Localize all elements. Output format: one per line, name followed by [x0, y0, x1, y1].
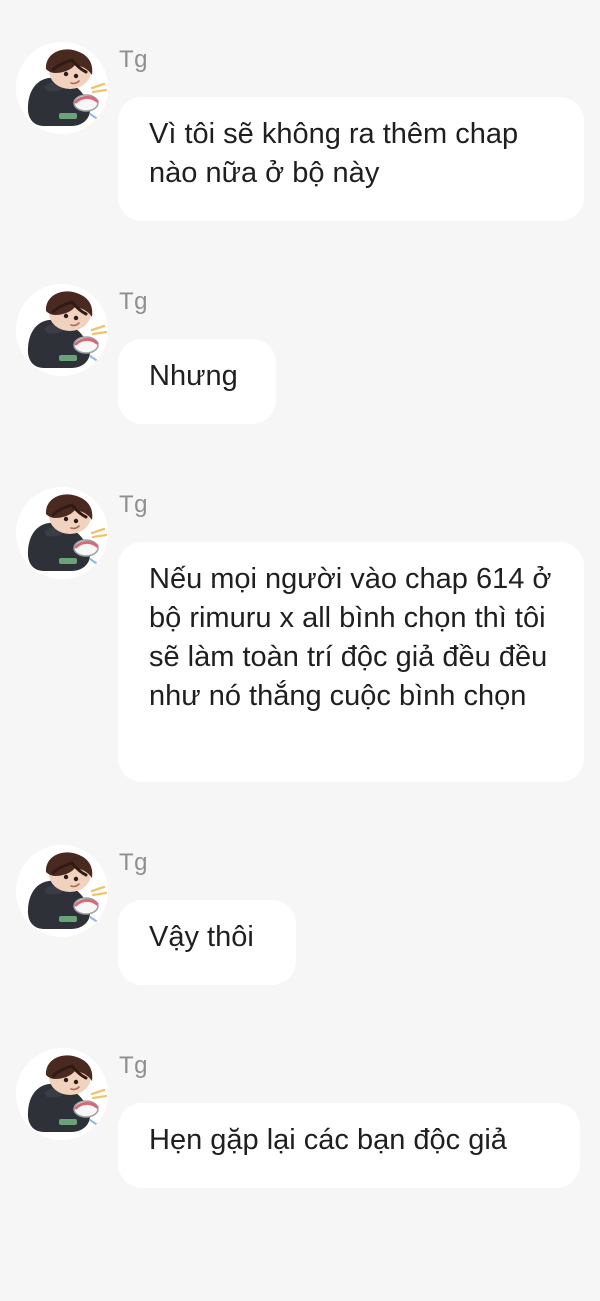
user-avatar-icon[interactable]: [16, 845, 108, 937]
message-bubble[interactable]: Nếu mọi người vào chap 614 ở bộ rimuru x…: [118, 542, 584, 782]
message-text: Vậy thôi: [149, 921, 254, 953]
message-text: Nếu mọi người vào chap 614 ở bộ rimuru x…: [149, 563, 552, 712]
message-bubble[interactable]: Hẹn gặp lại các bạn độc giả: [118, 1103, 580, 1188]
sender-name: Tg: [119, 46, 149, 73]
message-item: Tg Nhưng: [0, 284, 600, 424]
sender-name: Tg: [119, 849, 149, 876]
message-text: Nhưng: [149, 360, 238, 392]
sender-name: Tg: [119, 288, 149, 315]
message-text: Hẹn gặp lại các bạn độc giả: [149, 1124, 507, 1156]
sender-name: Tg: [119, 1052, 149, 1079]
user-avatar-icon[interactable]: [16, 1048, 108, 1140]
message-bubble[interactable]: Vì tôi sẽ không ra thêm chap nào nữa ở b…: [118, 97, 584, 221]
message-bubble[interactable]: Vậy thôi: [118, 900, 296, 985]
message-bubble[interactable]: Nhưng: [118, 339, 276, 424]
user-avatar-icon[interactable]: [16, 487, 108, 579]
message-item: Tg Hẹn gặp lại các bạn độc giả: [0, 1048, 600, 1188]
sender-name: Tg: [119, 491, 149, 518]
message-item: Tg Nếu mọi người vào chap 614 ở bộ rimur…: [0, 487, 600, 783]
message-text: Vì tôi sẽ không ra thêm chap nào nữa ở b…: [149, 118, 519, 189]
message-item: Tg Vì tôi sẽ không ra thêm chap nào nữa …: [0, 42, 600, 222]
user-avatar-icon[interactable]: [16, 42, 108, 134]
message-item: Tg Vậy thôi: [0, 845, 600, 985]
user-avatar-icon[interactable]: [16, 284, 108, 376]
